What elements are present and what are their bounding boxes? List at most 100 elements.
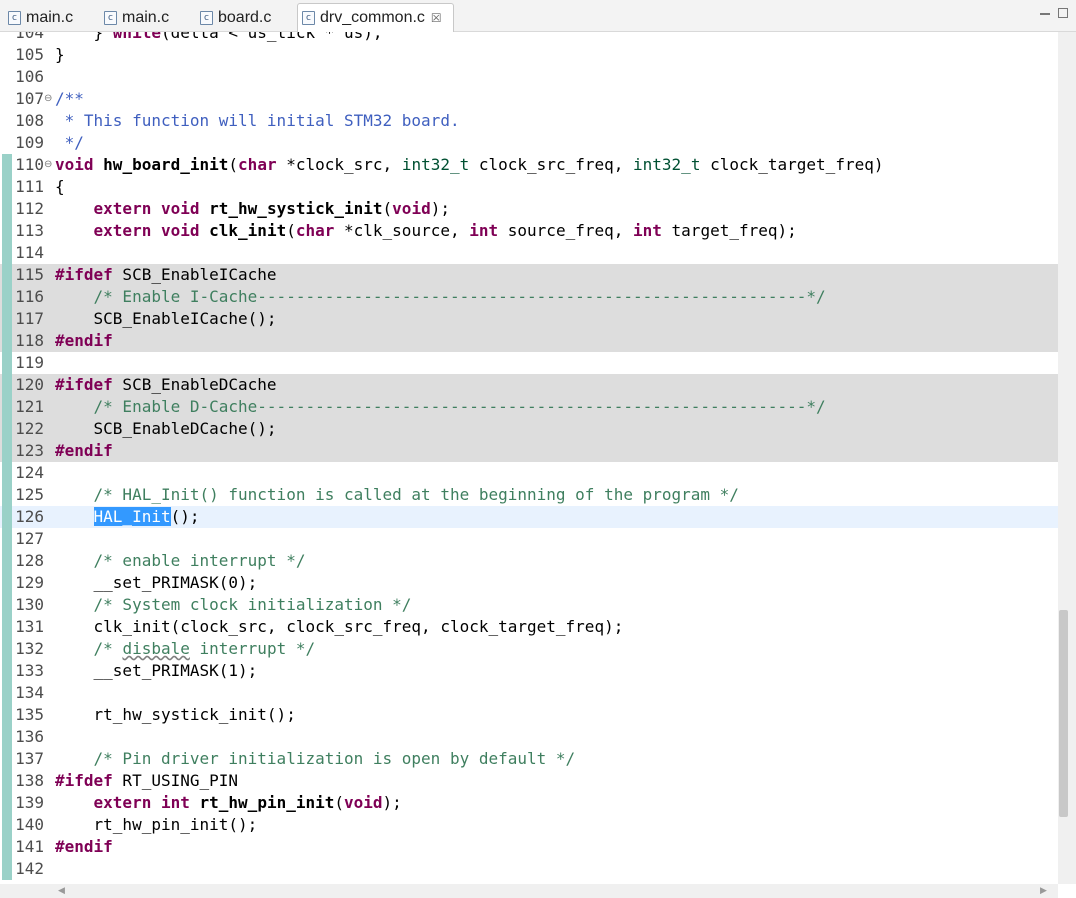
code-token: extern bbox=[93, 199, 152, 218]
code-line[interactable]: 130 /* System clock initialization */ bbox=[0, 594, 1058, 616]
line-number: 127 bbox=[15, 529, 44, 548]
code-token: clock_src_freq, bbox=[469, 155, 634, 174]
code-token: rt_hw_pin_init bbox=[199, 793, 335, 812]
editor-tab-bar: c main.c c main.c c board.c c drv_common… bbox=[0, 0, 1076, 32]
code-line[interactable]: 142 bbox=[0, 858, 1058, 880]
tab-board-c[interactable]: c board.c bbox=[196, 4, 271, 32]
line-number: 129 bbox=[15, 573, 44, 592]
code-text: /* enable interrupt */ bbox=[55, 550, 306, 572]
scroll-right-arrow-icon[interactable]: ▶ bbox=[1040, 886, 1047, 896]
code-token: /* HAL_Init() function is called at the … bbox=[93, 485, 739, 504]
code-line[interactable]: 108 * This function will initial STM32 b… bbox=[0, 110, 1058, 132]
code-line[interactable]: 104 } while(delta < us_tick * us); bbox=[0, 32, 1058, 44]
code-line[interactable]: 138 #ifdef RT_USING_PIN bbox=[0, 770, 1058, 792]
code-text: /* HAL_Init() function is called at the … bbox=[55, 484, 739, 506]
code-line[interactable]: 124 bbox=[0, 462, 1058, 484]
code-token: hw_board_init bbox=[103, 155, 229, 174]
line-number: 131 bbox=[15, 617, 44, 636]
code-line[interactable]: 109 */ bbox=[0, 132, 1058, 154]
code-token: source_freq, bbox=[498, 221, 633, 240]
line-number: 116 bbox=[15, 287, 44, 306]
code-line[interactable]: 137 /* Pin driver initialization is open… bbox=[0, 748, 1058, 770]
line-number: 137 bbox=[15, 749, 44, 768]
code-token: (delta < us_tick * us); bbox=[160, 32, 383, 42]
code-token: extern bbox=[93, 793, 152, 812]
code-line[interactable]: 121 /* Enable D-Cache-------------------… bbox=[0, 396, 1058, 418]
code-token: /* Enable I-Cache-----------------------… bbox=[93, 287, 826, 306]
code-line[interactable]: 111 { bbox=[0, 176, 1058, 198]
line-number: 114 bbox=[15, 243, 44, 262]
code-line[interactable]: 129 __set_PRIMASK(0); bbox=[0, 572, 1058, 594]
code-editor[interactable]: 104 } while(delta < us_tick * us); 105} 10… bbox=[0, 32, 1058, 884]
code-token: /* Enable D-Cache-----------------------… bbox=[93, 397, 826, 416]
code-line[interactable]: 122 SCB_EnableDCache(); bbox=[0, 418, 1058, 440]
code-line[interactable]: 120 #ifdef SCB_EnableDCache bbox=[0, 374, 1058, 396]
code-token: extern bbox=[93, 221, 152, 240]
close-icon[interactable]: ☒ bbox=[431, 11, 442, 25]
code-line[interactable]: 127 bbox=[0, 528, 1058, 550]
code-line[interactable]: 119 bbox=[0, 352, 1058, 374]
code-text: } bbox=[55, 44, 65, 66]
code-line[interactable]: 114 bbox=[0, 242, 1058, 264]
code-token: while bbox=[112, 32, 161, 42]
code-line[interactable]: 110 ⊖ void hw_board_init(char *clock_src, … bbox=[0, 154, 1058, 176]
code-line[interactable]: 125 /* HAL_Init() function is called at … bbox=[0, 484, 1058, 506]
code-line[interactable]: 136 bbox=[0, 726, 1058, 748]
code-line[interactable]: 133 __set_PRIMASK(1); bbox=[0, 660, 1058, 682]
c-file-icon: c bbox=[302, 11, 315, 25]
code-line[interactable]: 113 extern void clk_init(char *clk_sourc… bbox=[0, 220, 1058, 242]
code-line[interactable]: 132 /* disbale interrupt */ bbox=[0, 638, 1058, 660]
maximize-button[interactable] bbox=[1058, 8, 1068, 18]
line-number: 111 bbox=[15, 177, 44, 196]
tab-main-c-2[interactable]: c main.c bbox=[100, 4, 169, 32]
tab-label: main.c bbox=[26, 9, 74, 26]
c-file-icon: c bbox=[104, 11, 117, 25]
code-line[interactable]: 117 SCB_EnableICache(); bbox=[0, 308, 1058, 330]
code-line[interactable]: 118 #endif bbox=[0, 330, 1058, 352]
code-text: __set_PRIMASK(0); bbox=[55, 572, 258, 594]
vertical-scrollbar-thumb[interactable] bbox=[1059, 610, 1068, 817]
tab-drv-common-c[interactable]: c drv_common.c ☒ bbox=[297, 3, 454, 32]
code-text: #endif bbox=[55, 440, 113, 462]
code-line[interactable]: 105} bbox=[0, 44, 1058, 66]
code-line[interactable]: 134 bbox=[0, 682, 1058, 704]
code-line[interactable]: 107 ⊖/** bbox=[0, 88, 1058, 110]
code-token: void bbox=[344, 793, 383, 812]
code-line[interactable]: 140 rt_hw_pin_init(); bbox=[0, 814, 1058, 836]
code-line[interactable]: 135 rt_hw_systick_init(); bbox=[0, 704, 1058, 726]
code-token: /* bbox=[93, 639, 123, 658]
code-line[interactable]: 128 /* enable interrupt */ bbox=[0, 550, 1058, 572]
code-line[interactable]: 141 #endif bbox=[0, 836, 1058, 858]
code-line[interactable]: 123 #endif bbox=[0, 440, 1058, 462]
line-number: 135 bbox=[15, 705, 44, 724]
code-token: int bbox=[633, 221, 662, 240]
code-token: __set_PRIMASK(1); bbox=[55, 661, 258, 680]
line-number: 113 bbox=[15, 221, 44, 240]
code-line[interactable]: 115 #ifdef SCB_EnableICache bbox=[0, 264, 1058, 286]
code-token: /* Pin driver initialization is open by … bbox=[93, 749, 576, 768]
code-line[interactable]: 131 clk_init(clock_src, clock_src_freq, … bbox=[0, 616, 1058, 638]
line-number: 141 bbox=[15, 837, 44, 856]
code-token: RT_USING_PIN bbox=[112, 771, 239, 790]
line-number: 124 bbox=[15, 463, 44, 482]
horizontal-scrollbar[interactable] bbox=[0, 884, 1058, 898]
scroll-left-arrow-icon[interactable]: ◀ bbox=[58, 886, 65, 896]
minimize-button[interactable] bbox=[1040, 13, 1050, 15]
code-line[interactable]: 126 HAL_Init(); bbox=[0, 506, 1058, 528]
code-line[interactable]: 106 bbox=[0, 66, 1058, 88]
line-number: 106 bbox=[15, 67, 44, 86]
tab-main-c-1[interactable]: c main.c bbox=[4, 4, 73, 32]
code-line[interactable]: 112 extern void rt_hw_systick_init(void)… bbox=[0, 198, 1058, 220]
code-line[interactable]: 139 extern int rt_hw_pin_init(void); bbox=[0, 792, 1058, 814]
code-line[interactable]: 116 /* Enable I-Cache-------------------… bbox=[0, 286, 1058, 308]
code-text: #ifdef RT_USING_PIN bbox=[55, 770, 238, 792]
code-token: #ifdef bbox=[55, 771, 113, 790]
code-text: /* Enable I-Cache-----------------------… bbox=[55, 286, 826, 308]
code-token: (); bbox=[170, 507, 200, 526]
